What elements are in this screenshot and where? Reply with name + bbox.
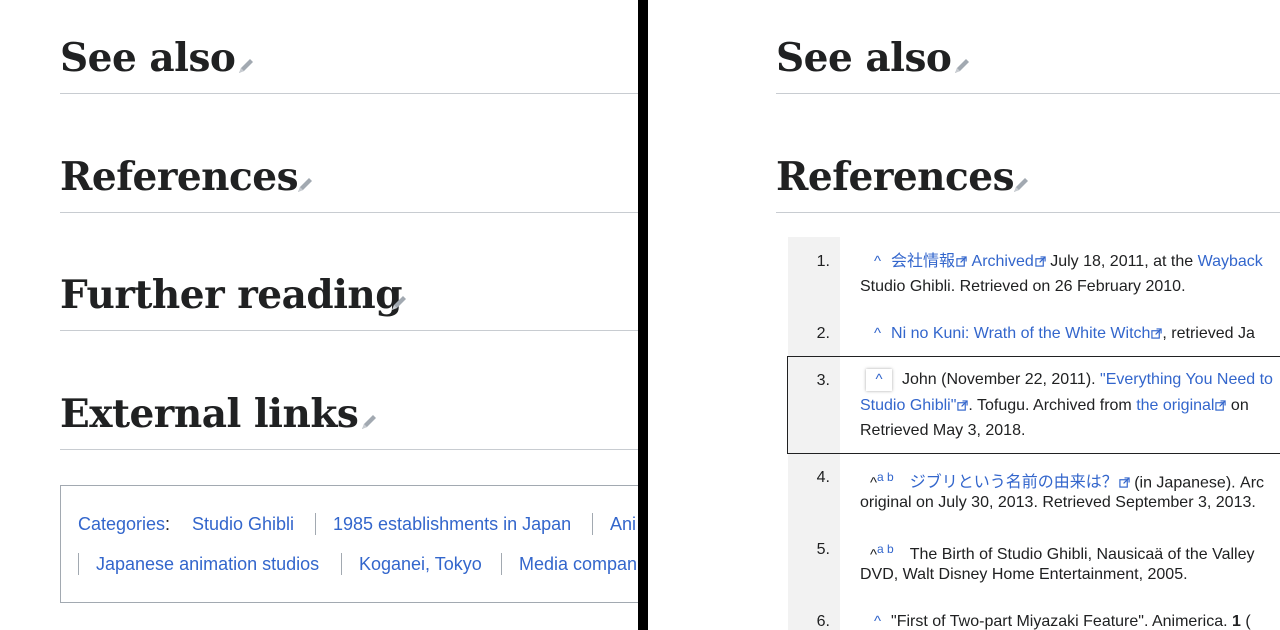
reference-text: original on July 30, 2013. Retrieved Sep… [860,494,1256,511]
heading-text: References [776,154,1015,200]
heading-further-reading: Further reading [60,270,638,331]
reference-number: 2. [816,325,830,342]
reference-number: 4. [816,469,830,486]
categories-box: Categories : Studio Ghibli 1985 establis… [60,485,638,603]
heading-see-also: See also [776,33,1280,94]
backlink-letters[interactable]: a b [877,542,894,556]
left-pane: See also References Further reading Exte… [0,0,638,630]
categories-colon: : [165,514,171,534]
external-link-icon [956,256,967,267]
backlink-caret[interactable]: ^ [874,609,881,630]
heading-references: References [776,152,1280,213]
reference-text: , retrieved Ja [1162,325,1255,342]
edit-pencil-icon[interactable] [1010,174,1032,196]
reference-text: July 18, 2011, at the [1045,253,1198,270]
category-separator [501,553,502,575]
heading-text: See also [60,35,236,81]
backlink-caret[interactable]: ^ [874,321,881,346]
reference-link[interactable]: Ni no Kuni: Wrath of the White Witch [891,325,1150,342]
wayback-link[interactable]: Wayback [1198,253,1263,270]
external-link-icon [1151,328,1163,339]
category-link[interactable]: Media compan [519,554,637,575]
reference-text: DVD, Walt Disney Home Entertainment, 200… [860,566,1188,583]
reference-text: (in Japanese). Arc [1129,474,1265,492]
heading-see-also: See also [60,33,638,94]
heading-text: Further reading [60,272,403,318]
edit-pencil-icon[interactable] [388,292,410,314]
categories-link[interactable]: Categories [78,514,165,535]
heading-external-links: External links [60,389,638,450]
category-link[interactable]: Ani [610,514,636,535]
edit-pencil-icon[interactable] [235,55,257,77]
category-separator [341,553,342,575]
backlink-caret[interactable]: ^ [870,474,877,491]
external-link-icon [1119,477,1130,489]
reference-number: 1. [816,253,830,270]
edit-pencil-icon[interactable] [358,411,380,433]
heading-text: External links [60,391,359,437]
pane-divider [638,0,648,630]
external-link-icon [1035,256,1046,267]
reference-line: ^ 会社情報 Archived July 18, 2011, at the Way… [874,249,1263,274]
backlink-letters[interactable]: a b [877,470,894,484]
right-pane: See also References 1. ^ 会社情報 Archived Ju… [648,0,1280,630]
reference-number: 6. [816,613,830,630]
edit-pencil-icon[interactable] [294,174,316,196]
reference-link[interactable]: 会社情報 [891,253,955,270]
reference-bold: 1 [1232,613,1241,630]
category-link[interactable]: 1985 establishments in Japan [333,514,571,535]
reference-text: The Birth of Studio Ghibli, Nausicaä of … [909,546,1255,564]
reference-text: Studio Ghibli. Retrieved on 26 February … [860,278,1186,295]
category-separator [78,553,79,575]
highlight-box [787,356,1280,454]
heading-text: References [60,154,299,200]
archived-link[interactable]: Archived [972,253,1034,270]
category-link[interactable]: Japanese animation studios [96,554,319,575]
reference-text: ( [1240,613,1251,630]
heading-text: See also [776,35,952,81]
reference-text: "First of Two-part Miyazaki Feature". An… [891,613,1232,630]
reference-line: ^ "First of Two-part Miyazaki Feature". A… [874,609,1251,630]
reference-number: 5. [816,541,830,558]
reference-line: ^ Ni no Kuni: Wrath of the White Witch , r… [874,321,1255,346]
category-link[interactable]: Studio Ghibli [192,514,294,535]
category-link[interactable]: Koganei, Tokyo [359,554,482,575]
heading-references: References [60,152,638,213]
edit-pencil-icon[interactable] [951,55,973,77]
category-separator [592,513,593,535]
reference-link[interactable]: ジブリという名前の由来は？ [910,474,1118,491]
category-separator [315,513,316,535]
backlink-caret[interactable]: ^ [874,249,881,274]
backlink-caret[interactable]: ^ [870,546,877,563]
